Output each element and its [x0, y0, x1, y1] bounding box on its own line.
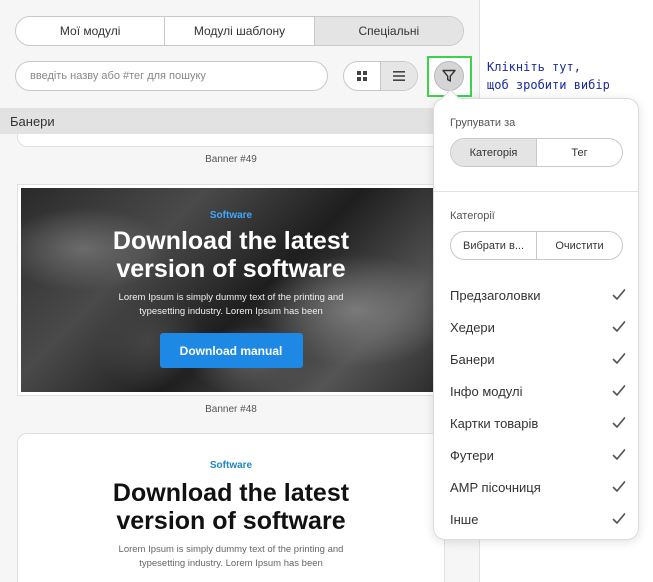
check-icon: [612, 449, 626, 460]
banner-card-49[interactable]: [17, 134, 445, 147]
group-by-category-button[interactable]: Категорія: [451, 139, 536, 166]
category-list: Предзаголовки Хедери Банери Інфо модулі …: [450, 279, 626, 535]
filter-icon: [442, 69, 456, 82]
check-icon: [612, 353, 626, 364]
banner-image: Software Download the latest version of …: [21, 188, 441, 392]
search-input[interactable]: введіть назву або #тег для пошуку: [15, 61, 328, 91]
banner-card-48[interactable]: Software Download the latest version of …: [17, 184, 445, 396]
category-item[interactable]: Предзаголовки: [450, 279, 626, 311]
tab-template-modules[interactable]: Модулі шаблону: [165, 17, 315, 45]
filter-button[interactable]: [434, 61, 464, 91]
check-icon: [612, 417, 626, 428]
module-tabs: Мої модулі Модулі шаблону Спеціальні: [15, 16, 464, 46]
hint-text: Клікніть тут, щоб зробити вибір: [487, 58, 610, 94]
category-label: Предзаголовки: [450, 287, 541, 303]
clear-button[interactable]: Очистити: [536, 232, 622, 259]
select-all-button[interactable]: Вибрати в...: [451, 232, 536, 259]
group-by-tag-button[interactable]: Тег: [536, 139, 622, 166]
tab-special[interactable]: Спеціальні: [314, 17, 463, 45]
check-icon: [612, 481, 626, 492]
category-label: Футери: [450, 447, 494, 463]
section-header-banners: Банери: [0, 108, 479, 134]
hint-line-1: Клікніть тут,: [487, 60, 581, 74]
category-item[interactable]: Банери: [450, 343, 626, 375]
grid-view-button[interactable]: [344, 62, 380, 90]
banner-card-47[interactable]: Software Download the latest version of …: [17, 433, 445, 582]
banner-text: Lorem Ipsum is simply dummy text of the …: [118, 544, 344, 569]
modules-panel: Мої модулі Модулі шаблону Спеціальні вве…: [0, 0, 480, 582]
category-item[interactable]: Картки товарів: [450, 407, 626, 439]
banner-eyebrow: Software: [209, 210, 253, 221]
check-icon: [612, 321, 626, 332]
banner-title: Download the latest version of software: [112, 227, 350, 283]
view-toggle: [343, 61, 418, 91]
tab-my-modules[interactable]: Мої модулі: [16, 17, 166, 45]
check-icon: [612, 289, 626, 300]
categories-label: Категорії: [450, 210, 495, 222]
category-item[interactable]: Інше: [450, 503, 626, 535]
filter-popup: Групувати за Категорія Тег Категорії Виб…: [433, 98, 639, 540]
category-label: Картки товарів: [450, 415, 539, 431]
group-by-label: Групувати за: [450, 117, 516, 129]
group-by-toggle: Категорія Тег: [450, 138, 623, 167]
hint-line-2: щоб зробити вибір: [487, 78, 610, 92]
category-label: Хедери: [450, 319, 495, 335]
category-item[interactable]: Футери: [450, 439, 626, 471]
popup-divider: [434, 191, 638, 192]
category-label: AMP пісочниця: [450, 479, 541, 495]
category-item[interactable]: AMP пісочниця: [450, 471, 626, 503]
banner-eyebrow: Software: [209, 460, 253, 471]
grid-icon: [357, 71, 367, 81]
category-actions: Вибрати в... Очистити: [450, 231, 623, 260]
list-view-button[interactable]: [380, 62, 417, 90]
category-item[interactable]: Інфо модулі: [450, 375, 626, 407]
check-icon: [612, 513, 626, 524]
category-label: Інфо модулі: [450, 383, 523, 399]
category-item[interactable]: Хедери: [450, 311, 626, 343]
category-label: Банери: [450, 351, 495, 367]
list-icon: [393, 71, 405, 81]
check-icon: [612, 385, 626, 396]
category-label: Інше: [450, 511, 479, 527]
banner-caption: Banner #49: [205, 154, 257, 165]
download-manual-button[interactable]: Download manual: [159, 333, 303, 368]
banner-caption: Banner #48: [205, 404, 257, 415]
banner-title: Download the latest version of software: [112, 479, 350, 535]
banner-text: Lorem Ipsum is simply dummy text of the …: [118, 292, 344, 317]
